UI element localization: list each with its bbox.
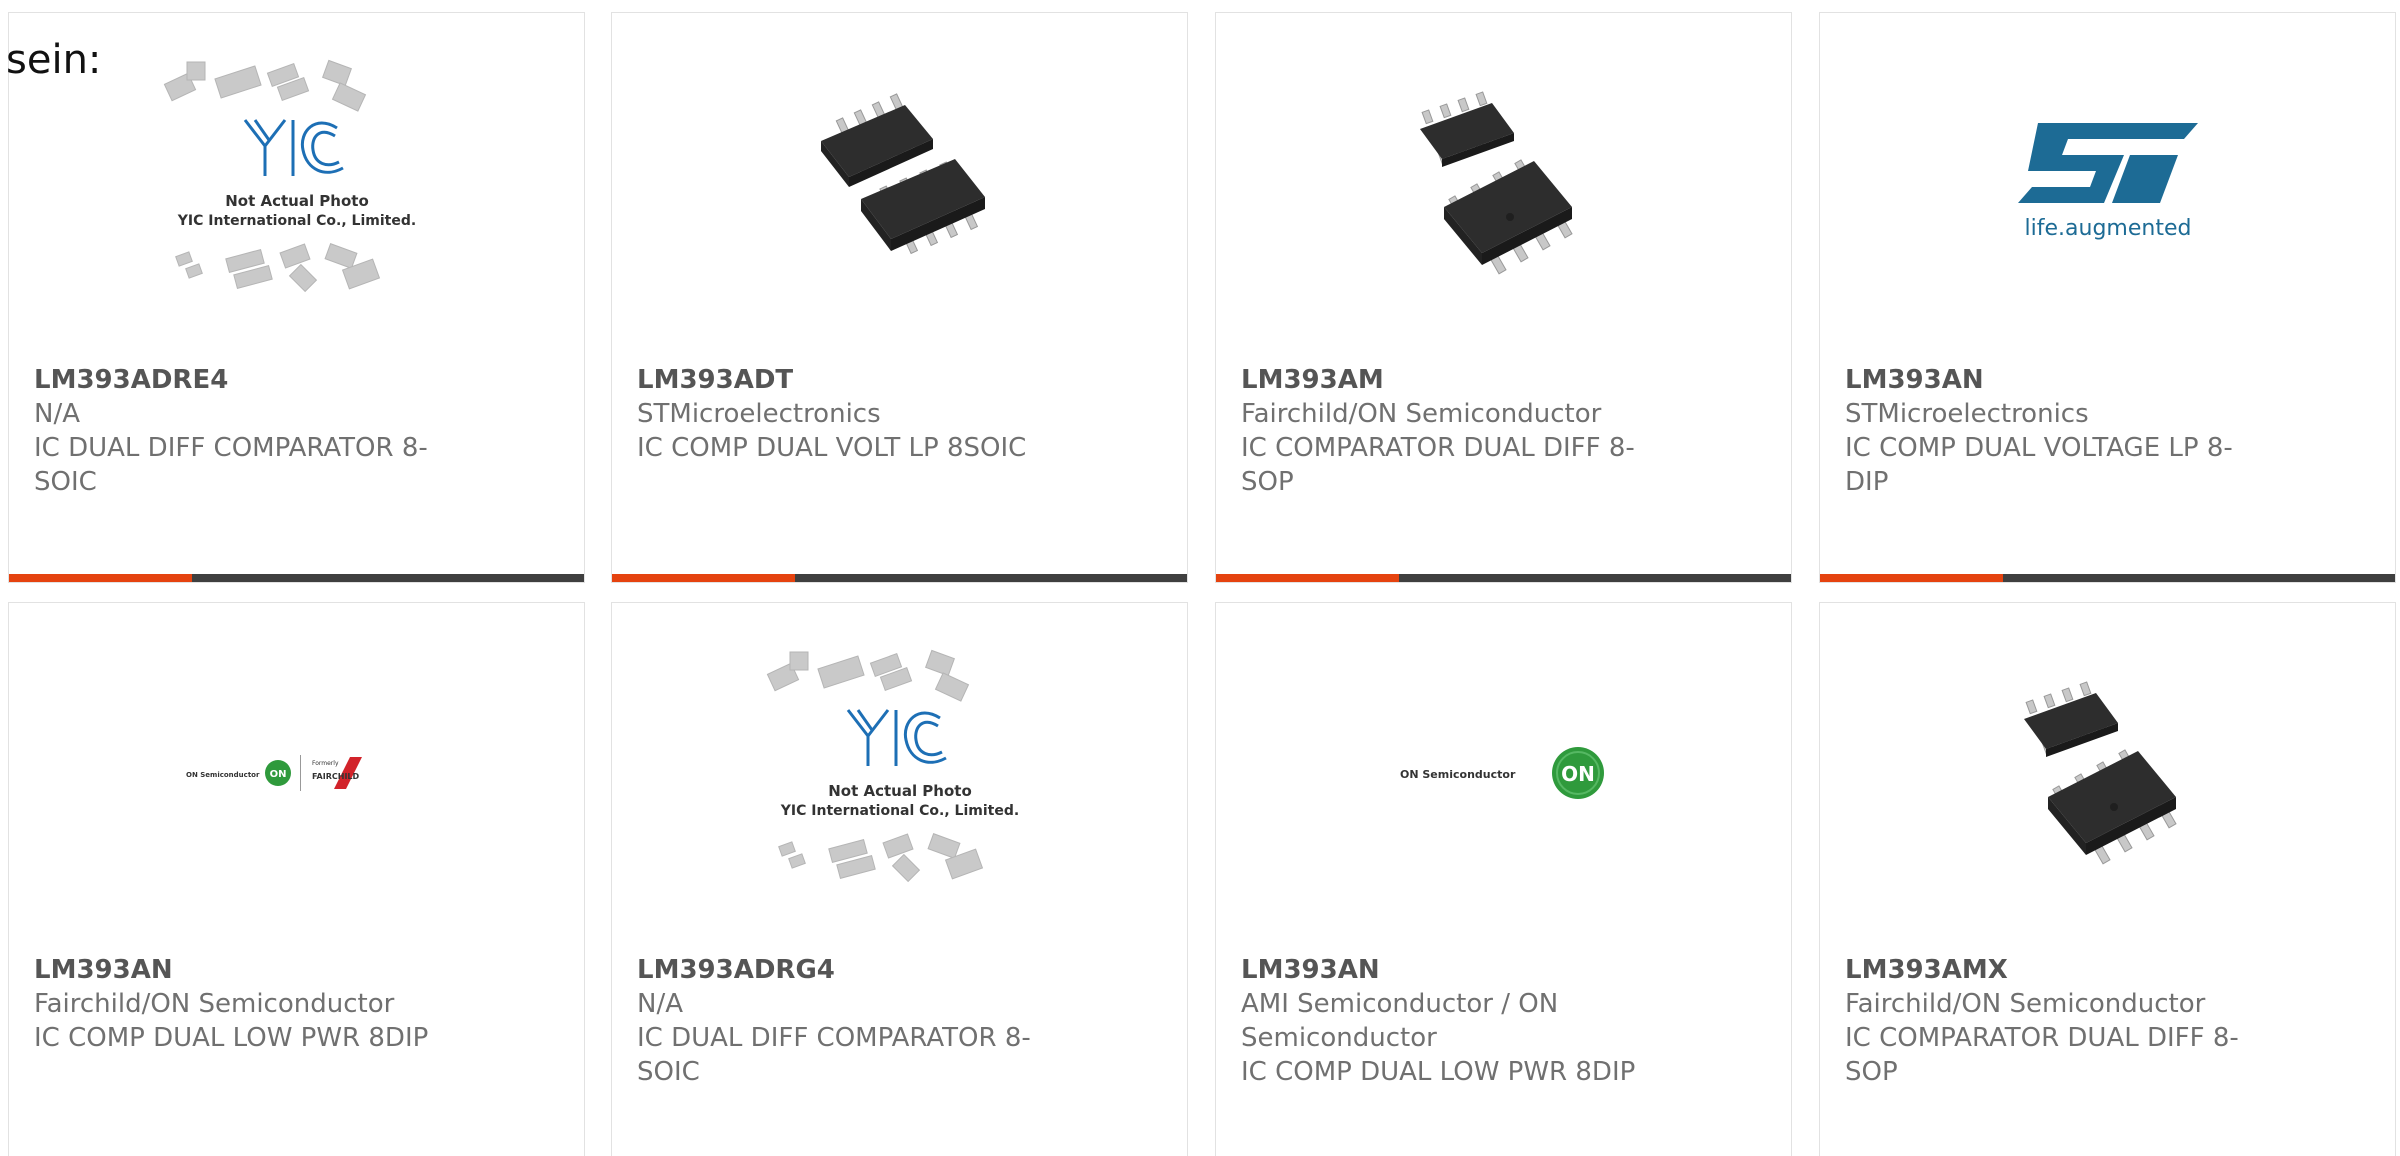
description: IC DUAL DIFF COMPARATOR 8-SOIC: [34, 433, 428, 497]
card-accent-bar: [612, 574, 795, 582]
on-brand-text: ON Semiconductor: [1400, 768, 1516, 781]
description: IC COMP DUAL VOLT LP 8SOIC: [637, 433, 1027, 463]
placeholder-line1: Not Actual Photo: [225, 192, 369, 210]
placeholder-line1: Not Actual Photo: [828, 782, 972, 800]
product-info: LM393AMX Fairchild/ON Semiconductor IC C…: [1845, 953, 2255, 1089]
card-bottom-bar: [1216, 574, 1791, 582]
svg-text:ON: ON: [269, 769, 286, 780]
product-info: LM393AN AMI Semiconductor / ON Semicondu…: [1241, 953, 1651, 1089]
card-bottom-bar: [612, 574, 1187, 582]
product-photo-on-fairchild-logo[interactable]: ON Semiconductor ON Formerly FAIRCHILD: [9, 603, 584, 943]
product-card[interactable]: ON Semiconductor ON LM393AN AMI Semicond…: [1215, 602, 1792, 1156]
product-info: LM393ADRG4 N/A IC DUAL DIFF COMPARATOR 8…: [637, 953, 1047, 1089]
description: IC COMP DUAL VOLTAGE LP 8-DIP: [1845, 433, 2233, 497]
part-number[interactable]: LM393AMX: [1845, 953, 2255, 987]
part-number[interactable]: LM393AN: [34, 953, 444, 987]
product-photo-soic-chip[interactable]: [1216, 13, 1791, 353]
st-logo-image: life.augmented: [2017, 123, 2198, 241]
part-number[interactable]: LM393AN: [1241, 953, 1651, 987]
product-photo-soic-chip[interactable]: [1820, 603, 2395, 943]
product-card[interactable]: ON Semiconductor ON Formerly FAIRCHILD L…: [8, 602, 585, 1156]
soic-chip-image: [2023, 681, 2177, 865]
manufacturer: Fairchild/ON Semiconductor: [34, 989, 395, 1019]
formerly-text: Formerly: [312, 760, 339, 767]
description: IC COMP DUAL LOW PWR 8DIP: [1241, 1057, 1636, 1087]
on-brand-text: ON Semiconductor: [186, 771, 260, 779]
card-bottom-bar: [1820, 574, 2395, 582]
product-card[interactable]: LM393AM Fairchild/ON Semiconductor IC CO…: [1215, 12, 1792, 583]
product-photo-on-logo[interactable]: ON Semiconductor ON: [1216, 603, 1791, 943]
product-grid-page: sein: Not Actual Photo YIC International…: [0, 0, 2400, 1156]
manufacturer: N/A: [637, 989, 683, 1019]
fairchild-text: FAIRCHILD: [312, 772, 360, 781]
card-bottom-bar: [9, 574, 584, 582]
part-number[interactable]: LM393AN: [1845, 363, 2255, 397]
description: IC DUAL DIFF COMPARATOR 8-SOIC: [637, 1023, 1031, 1087]
placeholder-line2: YIC International Co., Limited.: [779, 803, 1018, 819]
product-card[interactable]: LM393AMX Fairchild/ON Semiconductor IC C…: [1819, 602, 2396, 1156]
product-card[interactable]: Not Actual Photo YIC International Co., …: [8, 12, 585, 583]
card-accent-bar: [1820, 574, 2003, 582]
manufacturer: N/A: [34, 399, 80, 429]
st-tagline: life.augmented: [2024, 216, 2191, 241]
description: IC COMPARATOR DUAL DIFF 8-SOP: [1241, 433, 1635, 497]
product-info: LM393ADT STMicroelectronics IC COMP DUAL…: [637, 363, 1047, 465]
product-info: LM393ADRE4 N/A IC DUAL DIFF COMPARATOR 8…: [34, 363, 444, 499]
soic-chip-image: [1419, 91, 1573, 275]
part-number[interactable]: LM393ADRG4: [637, 953, 1047, 987]
description: IC COMPARATOR DUAL DIFF 8-SOP: [1845, 1023, 2239, 1087]
product-info: LM393AM Fairchild/ON Semiconductor IC CO…: [1241, 363, 1651, 499]
on-semiconductor-logo-image: ON Semiconductor ON: [1400, 747, 1604, 799]
product-info: LM393AN STMicroelectronics IC COMP DUAL …: [1845, 363, 2255, 499]
card-accent-bar: [1216, 574, 1399, 582]
product-photo-st-logo[interactable]: life.augmented: [1820, 13, 2395, 353]
product-card[interactable]: Not Actual Photo YIC International Co., …: [611, 602, 1188, 1156]
section-label: sein:: [6, 37, 102, 83]
card-accent-bar: [9, 574, 192, 582]
soic-chip-image: [820, 93, 985, 255]
part-number[interactable]: LM393ADRE4: [34, 363, 444, 397]
part-number[interactable]: LM393ADT: [637, 363, 1047, 397]
product-info: LM393AN Fairchild/ON Semiconductor IC CO…: [34, 953, 444, 1055]
description: IC COMP DUAL LOW PWR 8DIP: [34, 1023, 429, 1053]
manufacturer: STMicroelectronics: [637, 399, 881, 429]
placeholder-line2: YIC International Co., Limited.: [176, 213, 415, 229]
on-fairchild-logo-image: ON Semiconductor ON Formerly FAIRCHILD: [186, 755, 362, 791]
product-photo-yic-placeholder[interactable]: Not Actual Photo YIC International Co., …: [612, 603, 1187, 943]
yic-placeholder-image: Not Actual Photo YIC International Co., …: [766, 649, 1019, 883]
part-number[interactable]: LM393AM: [1241, 363, 1651, 397]
product-card[interactable]: LM393ADT STMicroelectronics IC COMP DUAL…: [611, 12, 1188, 583]
manufacturer: STMicroelectronics: [1845, 399, 2089, 429]
yic-placeholder-image: Not Actual Photo YIC International Co., …: [163, 59, 416, 293]
product-photo-soic-chip[interactable]: [612, 13, 1187, 353]
manufacturer: AMI Semiconductor / ON Semiconductor: [1241, 989, 1559, 1053]
svg-text:ON: ON: [1561, 762, 1595, 786]
manufacturer: Fairchild/ON Semiconductor: [1241, 399, 1602, 429]
manufacturer: Fairchild/ON Semiconductor: [1845, 989, 2206, 1019]
product-card[interactable]: life.augmented LM393AN STMicroelectronic…: [1819, 12, 2396, 583]
